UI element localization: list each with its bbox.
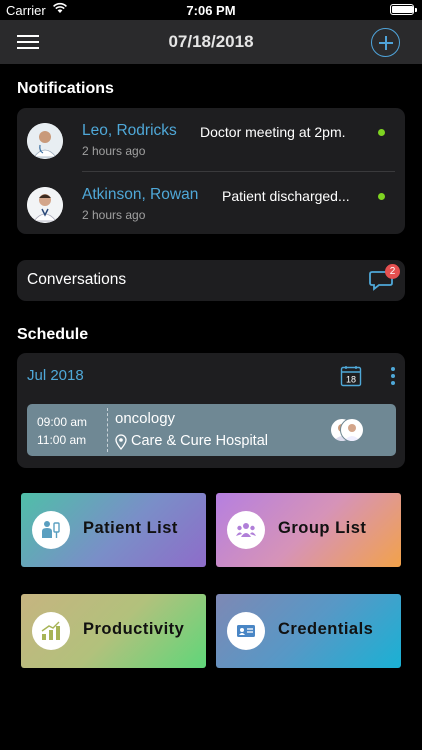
nav-bar: 07/18/2018 — [0, 20, 422, 64]
notifications-card: Leo, Rodricks Doctor meeting at 2pm. 2 h… — [17, 108, 405, 234]
calendar-icon[interactable]: 18 — [340, 365, 362, 387]
notification-item[interactable]: Atkinson, Rowan Patient discharged... 2 … — [17, 172, 405, 236]
notification-sender: Leo, Rodricks — [82, 122, 177, 139]
unread-dot — [378, 129, 385, 136]
notification-sender: Atkinson, Rowan — [82, 186, 199, 203]
unread-count-badge: 2 — [385, 264, 400, 279]
productivity-button[interactable]: Productivity — [21, 594, 206, 668]
group-icon — [227, 511, 265, 549]
group-list-button[interactable]: Group List — [216, 493, 401, 567]
patient-list-label: Patient List — [83, 519, 178, 537]
notification-time: 2 hours ago — [82, 208, 146, 222]
battery-icon — [390, 4, 417, 15]
status-time: 7:06 PM — [186, 3, 236, 18]
notifications-heading: Notifications — [17, 80, 114, 97]
location-pin-icon — [115, 434, 127, 450]
notification-message: Doctor meeting at 2pm. — [200, 124, 346, 140]
unread-dot — [378, 193, 385, 200]
event-participants — [330, 418, 364, 442]
notification-time: 2 hours ago — [82, 144, 146, 158]
add-button[interactable] — [371, 28, 400, 57]
avatar — [27, 187, 63, 223]
notification-message: Patient discharged... — [222, 188, 350, 204]
avatar — [27, 123, 63, 159]
schedule-event[interactable]: 09:00 am 11:00 am oncology Care & Cure H… — [27, 404, 396, 456]
avatar — [340, 418, 364, 442]
conversations-row[interactable]: Conversations 2 — [17, 260, 405, 301]
status-bar: Carrier 7:06 PM — [0, 0, 422, 20]
patient-icon — [32, 511, 70, 549]
credentials-label: Credentials — [278, 620, 374, 638]
page-title: 07/18/2018 — [168, 32, 254, 51]
more-options-icon[interactable] — [390, 367, 396, 387]
productivity-label: Productivity — [83, 620, 185, 638]
schedule-card: Jul 2018 18 09:00 am 11:00 am oncology C… — [17, 353, 405, 468]
event-title: oncology — [115, 410, 176, 427]
event-divider — [107, 408, 108, 452]
id-card-icon — [227, 612, 265, 650]
event-location: Care & Cure Hospital — [131, 433, 268, 449]
conversations-label: Conversations — [27, 271, 127, 288]
event-start-time: 09:00 am — [37, 415, 88, 429]
bar-chart-icon — [32, 612, 70, 650]
credentials-button[interactable]: Credentials — [216, 594, 401, 668]
event-end-time: 11:00 am — [37, 433, 87, 447]
notification-item[interactable]: Leo, Rodricks Doctor meeting at 2pm. 2 h… — [17, 108, 405, 172]
calendar-day: 18 — [346, 375, 356, 385]
group-list-label: Group List — [278, 519, 367, 537]
schedule-heading: Schedule — [17, 326, 89, 343]
schedule-month: Jul 2018 — [27, 367, 84, 384]
patient-list-button[interactable]: Patient List — [21, 493, 206, 567]
